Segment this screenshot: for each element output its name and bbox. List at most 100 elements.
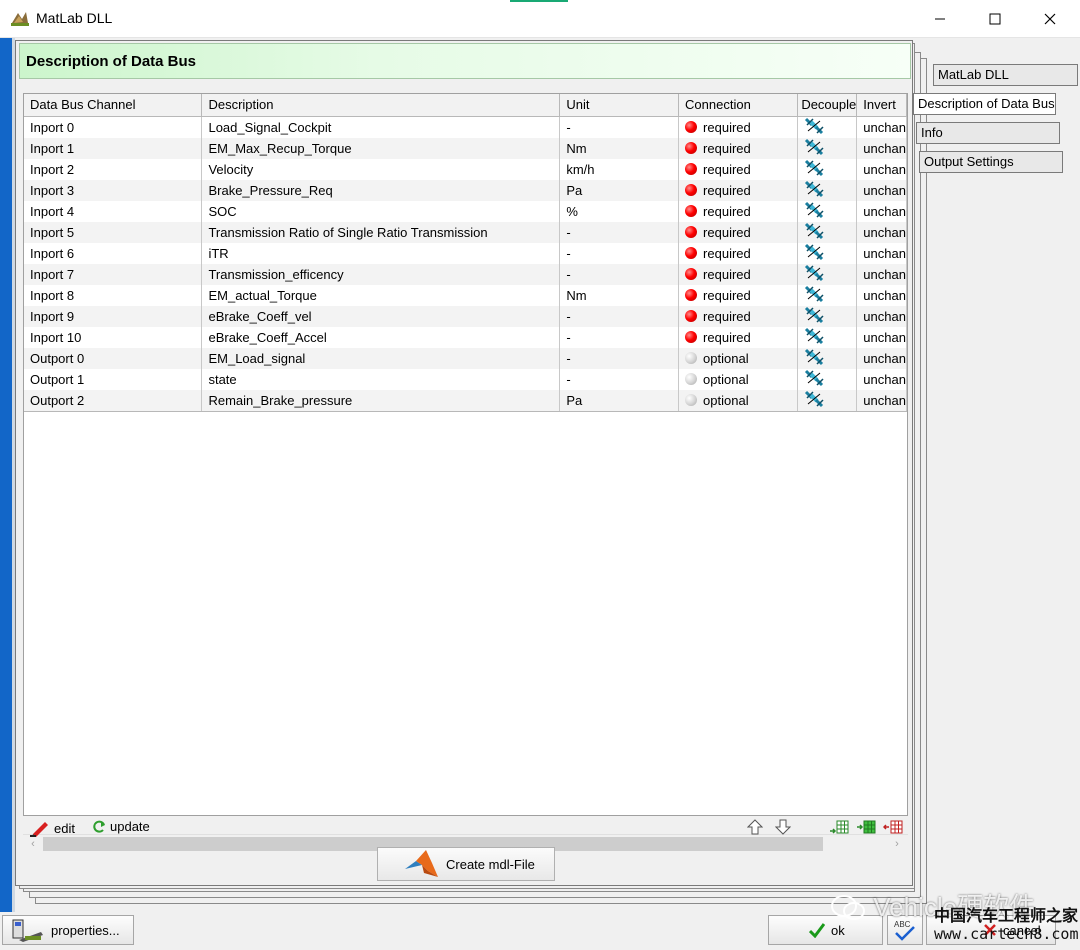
table-row[interactable]: Inport 6 iTR - required unchan xyxy=(24,242,907,264)
cell-unit[interactable]: % xyxy=(559,200,680,222)
minimize-button[interactable] xyxy=(912,0,967,38)
cell-description[interactable]: iTR xyxy=(201,242,561,264)
tab-description-of-data-bus[interactable]: Description of Data Bus xyxy=(913,93,1056,115)
table-row[interactable]: Inport 9 eBrake_Coeff_vel - required unchan xyxy=(24,305,907,327)
cell-channel[interactable]: Inport 5 xyxy=(24,221,203,243)
table-row[interactable]: Inport 2 Velocity km/h required unchan xyxy=(24,158,907,180)
cell-decouple[interactable] xyxy=(797,200,858,222)
maximize-button[interactable] xyxy=(967,0,1022,38)
cell-unit[interactable]: km/h xyxy=(559,158,680,180)
cell-connection[interactable]: required xyxy=(678,284,799,306)
add-row-button[interactable] xyxy=(829,819,849,835)
cell-invert[interactable]: unchan xyxy=(856,242,907,264)
cell-unit[interactable]: Pa xyxy=(559,179,680,201)
update-button[interactable]: update xyxy=(92,819,150,834)
table-row[interactable]: Inport 4 SOC% required unchan xyxy=(24,200,907,222)
cell-unit[interactable]: - xyxy=(559,305,680,327)
table-row[interactable]: Outport 2 Remain_Brake_pressure Pa optional… xyxy=(24,389,907,412)
scroll-right-icon[interactable]: › xyxy=(889,836,905,852)
cell-channel[interactable]: Outport 2 xyxy=(24,389,203,412)
table-row[interactable]: Outport 1 state - optional unchan xyxy=(24,368,907,390)
tab-info[interactable]: Info xyxy=(916,122,1060,144)
cell-description[interactable]: Remain_Brake_pressure xyxy=(201,389,561,412)
cell-connection[interactable]: required xyxy=(678,326,799,348)
column-header-decouple[interactable]: Decouple xyxy=(797,94,858,117)
cell-description[interactable]: state xyxy=(201,368,561,390)
cell-unit[interactable]: - xyxy=(559,242,680,264)
tab-output-settings[interactable]: Output Settings xyxy=(919,151,1063,173)
cell-decouple[interactable] xyxy=(797,389,858,412)
cell-connection[interactable]: optional xyxy=(678,368,799,390)
table-row[interactable]: Inport 1 EM_Max_Recup_Torque Nm required unc… xyxy=(24,137,907,159)
move-up-button[interactable] xyxy=(747,819,763,835)
column-header-connection[interactable]: Connection xyxy=(678,94,799,117)
cell-channel[interactable]: Inport 0 xyxy=(24,116,203,138)
cell-invert[interactable]: unchan xyxy=(856,389,907,412)
table-row[interactable]: Inport 7 Transmission_efficency - required u… xyxy=(24,263,907,285)
cell-description[interactable]: EM_actual_Torque xyxy=(201,284,561,306)
cell-channel[interactable]: Inport 2 xyxy=(24,158,203,180)
cell-unit[interactable]: Pa xyxy=(559,389,680,412)
table-row[interactable]: Inport 8 EM_actual_Torque Nm required unchan xyxy=(24,284,907,306)
cell-invert[interactable]: unchan xyxy=(856,326,907,348)
remove-row-button[interactable] xyxy=(883,819,903,835)
column-header-invert[interactable]: Invert xyxy=(856,94,907,117)
cell-channel[interactable]: Inport 6 xyxy=(24,242,203,264)
column-header-description[interactable]: Description xyxy=(201,94,561,117)
close-button[interactable] xyxy=(1022,0,1077,38)
cell-channel[interactable]: Outport 0 xyxy=(24,347,203,369)
insert-row-button[interactable] xyxy=(856,819,876,835)
cell-channel[interactable]: Inport 3 xyxy=(24,179,203,201)
cell-decouple[interactable] xyxy=(797,347,858,369)
cell-invert[interactable]: unchan xyxy=(856,347,907,369)
column-header-channel[interactable]: Data Bus Channel xyxy=(24,94,203,117)
cell-unit[interactable]: Nm xyxy=(559,137,680,159)
cell-connection[interactable]: required xyxy=(678,200,799,222)
cell-decouple[interactable] xyxy=(797,158,858,180)
cell-decouple[interactable] xyxy=(797,326,858,348)
cell-description[interactable]: Transmission Ratio of Single Ratio Trans… xyxy=(201,221,561,243)
table-row[interactable]: Inport 10 eBrake_Coeff_Accel - required unch… xyxy=(24,326,907,348)
cell-channel[interactable]: Outport 1 xyxy=(24,368,203,390)
cell-connection[interactable]: optional xyxy=(678,347,799,369)
cell-decouple[interactable] xyxy=(797,242,858,264)
table-row[interactable]: Outport 0 EM_Load_signal - optional unchan xyxy=(24,347,907,369)
cell-decouple[interactable] xyxy=(797,305,858,327)
cell-decouple[interactable] xyxy=(797,368,858,390)
cell-channel[interactable]: Inport 10 xyxy=(24,326,203,348)
cell-connection[interactable]: optional xyxy=(678,389,799,412)
cell-connection[interactable]: required xyxy=(678,305,799,327)
cell-connection[interactable]: required xyxy=(678,137,799,159)
cell-invert[interactable]: unchan xyxy=(856,284,907,306)
cell-unit[interactable]: - xyxy=(559,116,680,138)
cell-invert[interactable]: unchan xyxy=(856,137,907,159)
cell-unit[interactable]: Nm xyxy=(559,284,680,306)
cell-invert[interactable]: unchan xyxy=(856,158,907,180)
scroll-left-icon[interactable]: ‹ xyxy=(25,836,41,852)
cell-invert[interactable]: unchan xyxy=(856,305,907,327)
cell-connection[interactable]: required xyxy=(678,116,799,138)
cell-invert[interactable]: unchan xyxy=(856,263,907,285)
cell-connection[interactable]: required xyxy=(678,242,799,264)
cell-decouple[interactable] xyxy=(797,137,858,159)
column-header-unit[interactable]: Unit xyxy=(559,94,680,117)
cell-description[interactable]: Velocity xyxy=(201,158,561,180)
cell-channel[interactable]: Inport 7 xyxy=(24,263,203,285)
cell-decouple[interactable] xyxy=(797,221,858,243)
cell-unit[interactable]: - xyxy=(559,221,680,243)
cell-unit[interactable]: - xyxy=(559,368,680,390)
table-row[interactable]: Inport 3 Brake_Pressure_Req Pa required unch… xyxy=(24,179,907,201)
edit-button[interactable]: edit xyxy=(30,819,75,837)
cell-description[interactable]: SOC xyxy=(201,200,561,222)
cell-channel[interactable]: Inport 9 xyxy=(24,305,203,327)
cell-unit[interactable]: - xyxy=(559,347,680,369)
cell-unit[interactable]: - xyxy=(559,326,680,348)
cell-connection[interactable]: required xyxy=(678,263,799,285)
table-row[interactable]: Inport 0 Load_Signal_Cockpit - required unch… xyxy=(24,116,907,138)
cell-description[interactable]: eBrake_Coeff_Accel xyxy=(201,326,561,348)
cell-invert[interactable]: unchan xyxy=(856,179,907,201)
cell-decouple[interactable] xyxy=(797,263,858,285)
cell-channel[interactable]: Inport 8 xyxy=(24,284,203,306)
cell-description[interactable]: EM_Load_signal xyxy=(201,347,561,369)
cell-decouple[interactable] xyxy=(797,284,858,306)
